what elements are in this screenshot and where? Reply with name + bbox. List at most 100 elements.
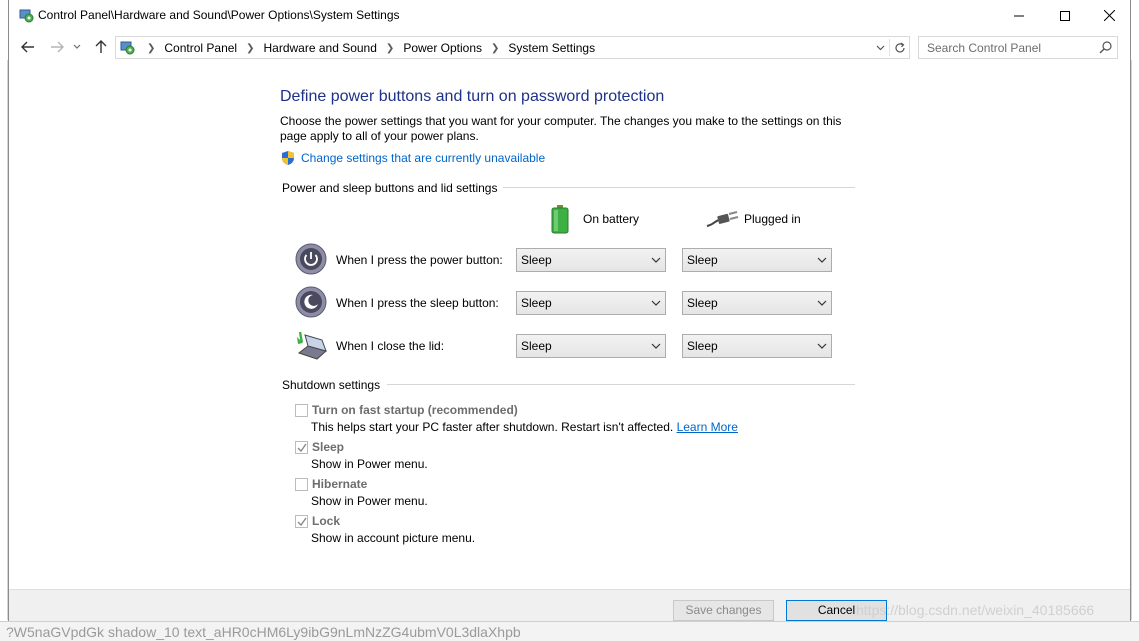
chevron-down-icon bbox=[73, 44, 81, 49]
power-plug-icon bbox=[706, 211, 739, 227]
battery-icon bbox=[551, 205, 569, 234]
watermark: https://blog.csdn.net/weixin_40185666 bbox=[856, 602, 1095, 618]
uac-shield-icon bbox=[282, 151, 294, 165]
background-text: ?W5naGVpdGk shadow_10 text_aHR0cHM6Ly9ib… bbox=[0, 621, 1139, 641]
laptop-lid-icon bbox=[297, 331, 327, 360]
page-description: Choose the power settings that you want … bbox=[280, 114, 842, 143]
maximize-icon bbox=[1060, 10, 1070, 21]
chevron-right-icon[interactable]: ❯ bbox=[246, 43, 254, 54]
sleep-button-plugged-select[interactable]: Sleep bbox=[682, 291, 832, 315]
select-value: Sleep bbox=[521, 296, 552, 310]
refresh-icon bbox=[895, 42, 905, 53]
system-settings-window: Control Panel\Hardware and Sound\Power O… bbox=[8, 0, 1131, 621]
fast-startup-desc-text: This helps start your PC faster after sh… bbox=[311, 420, 674, 434]
on-battery-label: On battery bbox=[583, 212, 640, 226]
sleep-button-icon bbox=[295, 286, 327, 318]
save-changes-button[interactable]: Save changes bbox=[673, 600, 774, 621]
on-battery-header: On battery bbox=[549, 204, 639, 234]
breadcrumb: ❯ Control Panel ❯ Hardware and Sound ❯ P… bbox=[138, 41, 595, 55]
sleep-option-label: Sleep bbox=[312, 440, 345, 454]
section-divider bbox=[503, 187, 855, 188]
learn-more-link[interactable]: Learn More bbox=[677, 420, 738, 434]
power-button-plugged-select[interactable]: Sleep bbox=[682, 248, 832, 272]
close-lid-label: When I close the lid: bbox=[336, 339, 445, 353]
chevron-right-icon[interactable]: ❯ bbox=[386, 43, 394, 54]
hibernate-checkbox[interactable] bbox=[295, 477, 308, 491]
background-window-right bbox=[1131, 60, 1139, 620]
chevron-down-icon bbox=[876, 45, 884, 51]
fast-startup-label: Turn on fast startup (recommended) bbox=[312, 403, 518, 417]
select-value: Sleep bbox=[687, 339, 718, 353]
checkmark-icon bbox=[297, 517, 307, 526]
divider bbox=[889, 39, 890, 56]
maximize-button[interactable] bbox=[1042, 0, 1088, 31]
power-button-label: When I press the power button: bbox=[336, 253, 503, 267]
change-settings-link[interactable]: Change settings that are currently unava… bbox=[280, 150, 545, 166]
fast-startup-option: Turn on fast startup (recommended) bbox=[295, 403, 518, 417]
back-button[interactable] bbox=[18, 37, 38, 57]
sleep-button-battery-select[interactable]: Sleep bbox=[516, 291, 666, 315]
page-title: Define power buttons and turn on passwor… bbox=[280, 88, 665, 105]
sleep-button-label: When I press the sleep button: bbox=[336, 296, 499, 310]
fast-startup-description: This helps start your PC faster after sh… bbox=[311, 420, 738, 434]
close-lid-battery-select[interactable]: Sleep bbox=[516, 334, 666, 358]
power-button-battery-select[interactable]: Sleep bbox=[516, 248, 666, 272]
power-buttons-section-title: Power and sleep buttons and lid settings bbox=[282, 181, 498, 195]
search-icon[interactable] bbox=[1099, 40, 1113, 54]
background-window-left bbox=[0, 60, 8, 620]
hibernate-option-label: Hibernate bbox=[312, 477, 368, 491]
shutdown-section-title: Shutdown settings bbox=[282, 378, 381, 392]
search-box bbox=[918, 36, 1118, 59]
chevron-down-icon bbox=[651, 257, 661, 263]
power-button-icon bbox=[295, 243, 327, 275]
arrow-up-icon bbox=[95, 40, 107, 53]
change-settings-label[interactable]: Change settings that are currently unava… bbox=[301, 151, 545, 165]
refresh-button[interactable] bbox=[891, 39, 909, 57]
plugged-in-header: Plugged in bbox=[705, 209, 801, 229]
chevron-down-icon bbox=[817, 257, 827, 263]
address-history-button[interactable] bbox=[873, 40, 887, 56]
close-button[interactable] bbox=[1086, 0, 1132, 31]
chevron-down-icon bbox=[651, 343, 661, 349]
control-panel-icon bbox=[120, 41, 135, 55]
hibernate-option-description: Show in Power menu. bbox=[311, 494, 428, 508]
main-content: Define power buttons and turn on passwor… bbox=[9, 64, 1130, 589]
fast-startup-checkbox[interactable] bbox=[295, 403, 308, 417]
select-value: Sleep bbox=[687, 296, 718, 310]
arrow-right-icon bbox=[51, 41, 64, 53]
lock-option: Lock bbox=[295, 514, 340, 528]
recent-locations-button[interactable] bbox=[71, 37, 83, 57]
close-icon bbox=[1103, 10, 1115, 21]
navigation-bar: ❯ Control Panel ❯ Hardware and Sound ❯ P… bbox=[9, 31, 1130, 64]
chevron-right-icon: ❯ bbox=[147, 42, 156, 54]
chevron-down-icon bbox=[817, 300, 827, 306]
select-value: Sleep bbox=[687, 253, 718, 267]
breadcrumb-control-panel[interactable]: Control Panel bbox=[164, 41, 237, 55]
close-lid-plugged-select[interactable]: Sleep bbox=[682, 334, 832, 358]
search-input[interactable] bbox=[919, 37, 1095, 58]
chevron-down-icon bbox=[651, 300, 661, 306]
forward-button[interactable] bbox=[47, 37, 67, 57]
select-value: Sleep bbox=[521, 253, 552, 267]
select-value: Sleep bbox=[521, 339, 552, 353]
title-bar: Control Panel\Hardware and Sound\Power O… bbox=[9, 0, 1130, 31]
sleep-option-description: Show in Power menu. bbox=[311, 457, 428, 471]
sleep-option: Sleep bbox=[295, 440, 344, 454]
sleep-checkbox[interactable] bbox=[295, 440, 308, 454]
chevron-right-icon[interactable]: ❯ bbox=[491, 43, 499, 54]
address-bar[interactable]: ❯ Control Panel ❯ Hardware and Sound ❯ P… bbox=[115, 36, 910, 59]
lock-checkbox[interactable] bbox=[295, 514, 308, 528]
plugged-in-label: Plugged in bbox=[744, 212, 801, 226]
breadcrumb-system-settings[interactable]: System Settings bbox=[508, 41, 595, 55]
section-divider bbox=[387, 384, 855, 385]
window-title: Control Panel\Hardware and Sound\Power O… bbox=[38, 8, 400, 22]
breadcrumb-power-options[interactable]: Power Options bbox=[403, 41, 482, 55]
up-button[interactable] bbox=[91, 37, 111, 57]
minimize-button[interactable] bbox=[996, 0, 1042, 31]
chevron-down-icon bbox=[817, 343, 827, 349]
arrow-left-icon bbox=[21, 41, 34, 53]
breadcrumb-hardware-and-sound[interactable]: Hardware and Sound bbox=[264, 41, 377, 55]
lock-option-label: Lock bbox=[312, 514, 341, 528]
checkmark-icon bbox=[297, 443, 307, 452]
hibernate-option: Hibernate bbox=[295, 477, 367, 491]
